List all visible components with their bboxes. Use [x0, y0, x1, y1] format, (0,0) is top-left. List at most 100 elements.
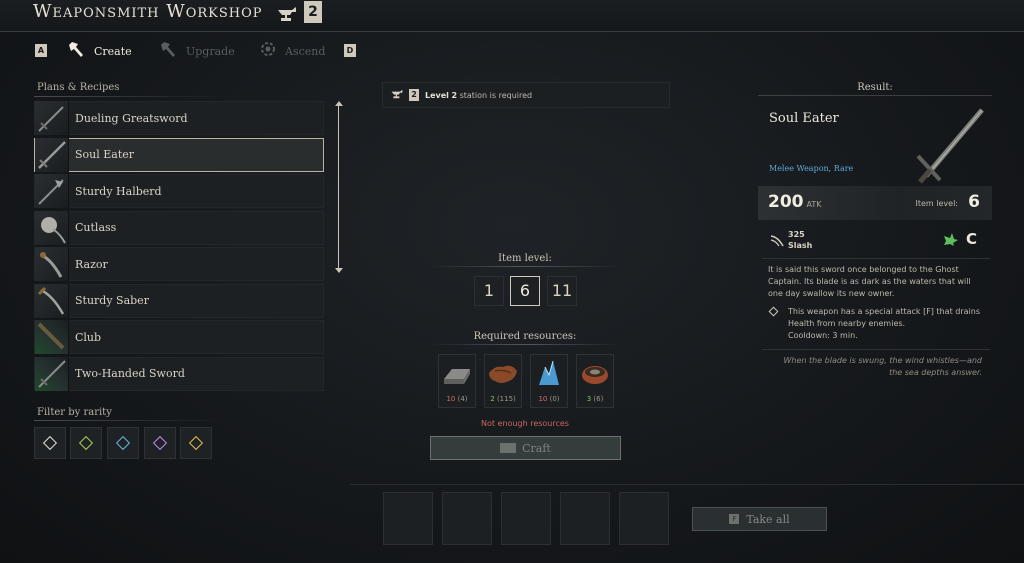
output-slot[interactable]	[383, 492, 433, 545]
item-level-option-6[interactable]: 6	[510, 276, 540, 306]
result-item-name: Soul Eater	[769, 111, 839, 126]
recipe-item-cutlass[interactable]: Cutlass	[34, 210, 324, 245]
recipe-label: Two-Handed Sword	[75, 367, 185, 380]
result-divider	[762, 349, 990, 350]
station-level-value: 2	[451, 90, 458, 100]
hammer-icon	[68, 40, 86, 62]
attack-number: 200	[768, 192, 804, 212]
soul-eater-icon	[35, 137, 69, 172]
result-divider	[762, 258, 990, 259]
recipe-item-club[interactable]: Club	[34, 320, 324, 354]
resource-slot[interactable]: 3 (6)	[576, 354, 614, 408]
recipe-label: Soul Eater	[75, 148, 135, 161]
result-stat-bar: 200 ATK Item level: 6	[758, 186, 992, 220]
resource-slot[interactable]: 10 (4)	[438, 354, 476, 408]
recipe-item-dueling-greatsword[interactable]: Dueling Greatsword	[34, 101, 324, 135]
rarity-filter-uncommon[interactable]	[70, 427, 102, 459]
damage-type: Slash	[788, 241, 813, 250]
resource-slot[interactable]: 10 (0)	[530, 354, 568, 408]
station-level-badge: 2	[304, 1, 322, 23]
scaling-grade: C	[966, 230, 978, 248]
rarity-filter-epic[interactable]	[144, 427, 176, 459]
craft-button[interactable]: Craft	[430, 436, 621, 460]
recipe-item-razor[interactable]: Razor	[34, 247, 324, 281]
required-resources-divider	[430, 344, 620, 345]
station-suffix: station is required	[459, 90, 533, 100]
keyboard-icon	[500, 443, 517, 453]
take-all-label: Take all	[746, 512, 790, 526]
station-level-badge: 2	[409, 89, 419, 101]
scroll-down-arrow-icon[interactable]	[335, 268, 343, 273]
rarity-filter-title: Filter by rarity	[37, 407, 112, 418]
damage-value: 325	[788, 230, 805, 239]
scroll-up-arrow-icon[interactable]	[335, 101, 343, 106]
resource-slot[interactable]: 2 (115)	[484, 354, 522, 408]
recipe-label: Dueling Greatsword	[75, 111, 188, 125]
tab-ascend[interactable]: Ascend	[259, 39, 325, 63]
resource-need: (0)	[549, 395, 560, 403]
rare-gem-icon	[115, 435, 131, 451]
recipe-item-soul-eater[interactable]: Soul Eater	[34, 137, 324, 172]
recipe-label: Sturdy Saber	[75, 294, 149, 307]
two-handed-sword-icon	[35, 356, 69, 391]
bullet-diamond-icon	[768, 306, 779, 317]
recipes-title-divider	[34, 96, 224, 97]
item-level-title: Item level:	[498, 253, 552, 264]
special-attack-text: This weapon has a special attack [F] tha…	[788, 307, 980, 328]
rarity-filter-common[interactable]	[34, 427, 66, 459]
tab-upgrade[interactable]: Upgrade	[160, 39, 235, 63]
recipe-label: Cutlass	[75, 221, 117, 234]
output-slot[interactable]	[501, 492, 551, 545]
recipe-label: Club	[75, 330, 102, 344]
item-level-option-11[interactable]: 11	[547, 276, 577, 306]
take-all-key: F	[729, 514, 740, 524]
resource-have: 10	[446, 395, 456, 403]
recipe-item-two-handed-sword[interactable]: Two-Handed Sword	[34, 356, 324, 391]
legendary-gem-icon	[188, 435, 204, 451]
recipe-label: Sturdy Halberd	[75, 184, 162, 198]
resource-have: 2	[490, 395, 495, 403]
take-all-button[interactable]: F Take all	[692, 507, 827, 531]
resource-have: 10	[538, 395, 548, 403]
uncommon-gem-icon	[78, 435, 94, 451]
recipe-list: Dueling Greatsword Soul Eater Sturdy Hal…	[34, 101, 324, 393]
common-gem-icon	[42, 435, 58, 451]
tab-create[interactable]: Create	[68, 39, 132, 63]
anvil-icon	[276, 4, 298, 24]
tab-prev-key[interactable]: A	[35, 44, 47, 57]
powder-bowl-icon	[577, 355, 613, 393]
station-requirement-text: Level 2 station is required	[425, 91, 532, 100]
tab-bar: A Create Upgrade Ascend D	[0, 36, 1024, 66]
attack-value: 200 ATK	[768, 192, 821, 212]
special-attack-cooldown: Cooldown: 3 min.	[788, 331, 858, 340]
recipes-title: Plans & Recipes	[37, 82, 120, 93]
window-title: Weaponsmith Workshop	[33, 1, 263, 22]
required-resources-title: Required resources:	[473, 331, 577, 342]
resource-need: (4)	[457, 395, 468, 403]
item-level-option-1[interactable]: 1	[474, 276, 504, 306]
result-description: It is said this sword once belonged to t…	[768, 265, 971, 298]
leather-icon	[485, 355, 521, 393]
recipe-label: Razor	[75, 257, 108, 271]
cutlass-icon	[35, 210, 69, 245]
result-item-level-value: 6	[968, 192, 980, 212]
tab-ascend-label: Ascend	[285, 44, 326, 58]
tab-create-label: Create	[94, 44, 132, 58]
club-icon	[35, 320, 69, 354]
output-slot[interactable]	[619, 492, 669, 545]
rarity-filter-rare[interactable]	[107, 427, 139, 459]
tab-next-key[interactable]: D	[344, 44, 356, 57]
output-slot[interactable]	[442, 492, 492, 545]
razor-icon	[35, 247, 69, 281]
output-slot[interactable]	[560, 492, 610, 545]
recipe-item-sturdy-halberd[interactable]: Sturdy Halberd	[34, 174, 324, 208]
scroll-track[interactable]	[338, 105, 339, 269]
recipe-item-sturdy-saber[interactable]: Sturdy Saber	[34, 283, 324, 318]
result-item-type: Melee Weapon, Rare	[769, 164, 854, 173]
resource-need: (6)	[593, 395, 604, 403]
tab-upgrade-label: Upgrade	[186, 44, 235, 58]
title-bar: Weaponsmith Workshop 2	[0, 0, 1024, 32]
recipe-scrollbar[interactable]	[334, 101, 344, 273]
soul-eater-sword-icon	[910, 100, 990, 186]
rarity-filter-legendary[interactable]	[180, 427, 212, 459]
